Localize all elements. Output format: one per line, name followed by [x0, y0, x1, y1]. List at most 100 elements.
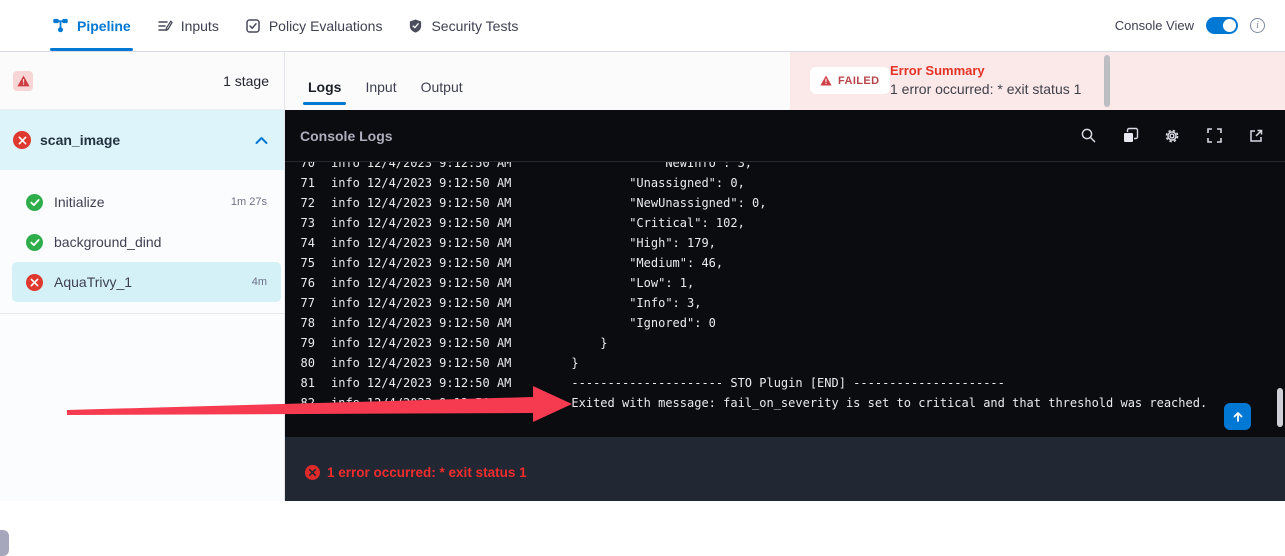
log-message: "Info": 3, [571, 293, 701, 313]
log-message: "Low": 1, [571, 273, 694, 293]
stage-count: 1 stage [223, 73, 269, 89]
log-timestamp: 12/4/2023 9:12:50 AM [367, 162, 512, 173]
policy-evaluations-icon [245, 18, 261, 34]
log-line-number: 78 [300, 313, 315, 333]
search-icon[interactable] [1079, 127, 1097, 145]
log-level: info [331, 333, 360, 353]
error-summary-scrollbar[interactable] [1104, 55, 1110, 107]
nav-tab-inputs[interactable]: Inputs [157, 0, 219, 51]
nav-tab-label: Inputs [181, 18, 219, 34]
log-message: } [571, 333, 607, 353]
log-timestamp: 12/4/2023 9:12:50 AM [367, 293, 512, 313]
nav-tab-label: Security Tests [431, 18, 518, 34]
nav-tab-label: Pipeline [77, 18, 131, 34]
log-message: } [571, 353, 578, 373]
console-scrollbar[interactable] [1277, 388, 1283, 427]
step-row-initialize[interactable]: Initialize 1m 27s [12, 182, 281, 222]
console-header: Console Logs [285, 110, 1285, 162]
corner-blob [0, 530, 9, 556]
inputs-icon [157, 18, 173, 34]
step-duration: 1m 27s [231, 196, 267, 208]
log-level: info [331, 193, 360, 213]
log-line: 72info12/4/2023 9:12:50 AM "NewUnassigne… [285, 193, 1285, 213]
log-level: info [331, 213, 360, 233]
console-toolbar [1079, 127, 1265, 145]
log-message: "Critical": 102, [571, 213, 744, 233]
log-line: 76info12/4/2023 9:12:50 AM "Low": 1, [285, 273, 1285, 293]
log-timestamp: 12/4/2023 9:12:50 AM [367, 253, 512, 273]
nav-tab-pipeline[interactable]: Pipeline [52, 0, 131, 51]
log-message: Exited with message: fail_on_severity is… [571, 393, 1207, 413]
pipeline-icon [52, 17, 69, 34]
log-line-number: 74 [300, 233, 315, 253]
log-timestamp: 12/4/2023 9:12:50 AM [367, 313, 512, 333]
step-row-background_dind[interactable]: background_dind [12, 222, 281, 262]
scroll-to-top-button[interactable] [1224, 403, 1251, 430]
log-line-number: 73 [300, 213, 315, 233]
error-summary-banner: FAILED Error Summary 1 error occurred: *… [790, 52, 1285, 110]
log-level: info [331, 233, 360, 253]
pipeline-sidebar: 1 stage scan_image Initialize 1m 27s backg… [0, 52, 285, 501]
log-level: info [331, 353, 360, 373]
log-line: 75info12/4/2023 9:12:50 AM "Medium": 46, [285, 253, 1285, 273]
log-message: "NewInfo": 3, [571, 162, 752, 173]
log-line-number: 81 [300, 373, 315, 393]
top-nav-right: Console View i [1115, 17, 1285, 34]
log-line-number: 82 [300, 393, 315, 413]
log-level: info [331, 162, 360, 173]
error-summary-title: Error Summary [890, 63, 985, 78]
log-timestamp: 12/4/2023 9:12:50 AM [367, 333, 512, 353]
nav-tab-security-tests[interactable]: Security Tests [408, 0, 518, 51]
log-line-number: 75 [300, 253, 315, 273]
info-icon[interactable]: i [1250, 18, 1265, 33]
console-view-toggle[interactable] [1206, 17, 1238, 34]
arrow-up-icon [1232, 411, 1244, 423]
tab-logs[interactable]: Logs [308, 64, 341, 110]
open-in-new-icon[interactable] [1247, 127, 1265, 145]
top-nav-tabs: Pipeline Inputs Policy Evaluations Security… [0, 0, 518, 51]
log-message: "NewUnassigned": 0, [571, 193, 766, 213]
nav-tab-policy-evaluations[interactable]: Policy Evaluations [245, 0, 383, 51]
bottom-error: 1 error occurred: * exit status 1 [305, 465, 527, 480]
sidebar-header: 1 stage [0, 52, 284, 110]
copy-icon[interactable] [1121, 127, 1139, 145]
settings-icon[interactable] [1163, 127, 1181, 145]
log-message: --------------------- STO Plugin [END] -… [571, 373, 1004, 393]
log-lines: 70 info 12/4/2023 9:12:50 AM "NewInfo": 3,… [285, 162, 1285, 413]
log-view-tabs: Logs Input Output [285, 52, 790, 110]
log-level: info [331, 313, 360, 333]
log-line-number: 70 [300, 162, 315, 173]
success-status-icon [26, 194, 43, 211]
chevron-up-icon[interactable] [255, 136, 268, 145]
fullscreen-icon[interactable] [1205, 127, 1223, 145]
warning-triangle-icon [820, 75, 832, 86]
log-line: 82info12/4/2023 9:12:50 AMExited with me… [285, 393, 1285, 413]
tab-output[interactable]: Output [421, 64, 463, 110]
sidebar-stage-scan-image[interactable]: scan_image [0, 110, 284, 170]
log-line: 80info12/4/2023 9:12:50 AM} [285, 353, 1285, 373]
log-line: 73info12/4/2023 9:12:50 AM "Critical": 1… [285, 213, 1285, 233]
failed-status-icon [26, 274, 43, 291]
step-name: background_dind [54, 234, 256, 250]
log-level: info [331, 253, 360, 273]
failed-badge-label: FAILED [838, 75, 880, 87]
log-line: 81info12/4/2023 9:12:50 AM--------------… [285, 373, 1285, 393]
success-status-icon [26, 234, 43, 251]
tab-input[interactable]: Input [365, 64, 396, 110]
step-name: Initialize [54, 194, 220, 210]
top-nav: Pipeline Inputs Policy Evaluations Security… [0, 0, 1285, 52]
log-line-number: 76 [300, 273, 315, 293]
error-summary-message: 1 error occurred: * exit status 1 [890, 81, 1081, 97]
nav-tab-label: Policy Evaluations [269, 18, 383, 34]
bottom-error-text: 1 error occurred: * exit status 1 [327, 465, 527, 480]
log-line-number: 79 [300, 333, 315, 353]
log-level: info [331, 173, 360, 193]
log-line: 70 info 12/4/2023 9:12:50 AM "NewInfo": 3, [285, 162, 1285, 173]
log-line: 79 info 12/4/2023 9:12:50 AM } [285, 333, 1285, 353]
step-name: AquaTrivy_1 [54, 274, 241, 290]
console-title: Console Logs [300, 128, 393, 144]
log-timestamp: 12/4/2023 9:12:50 AM [367, 373, 512, 393]
step-row-aquatrivy_1[interactable]: AquaTrivy_14m [12, 262, 281, 302]
log-message: "Ignored": 0 [571, 313, 716, 333]
error-circle-icon [305, 465, 320, 480]
